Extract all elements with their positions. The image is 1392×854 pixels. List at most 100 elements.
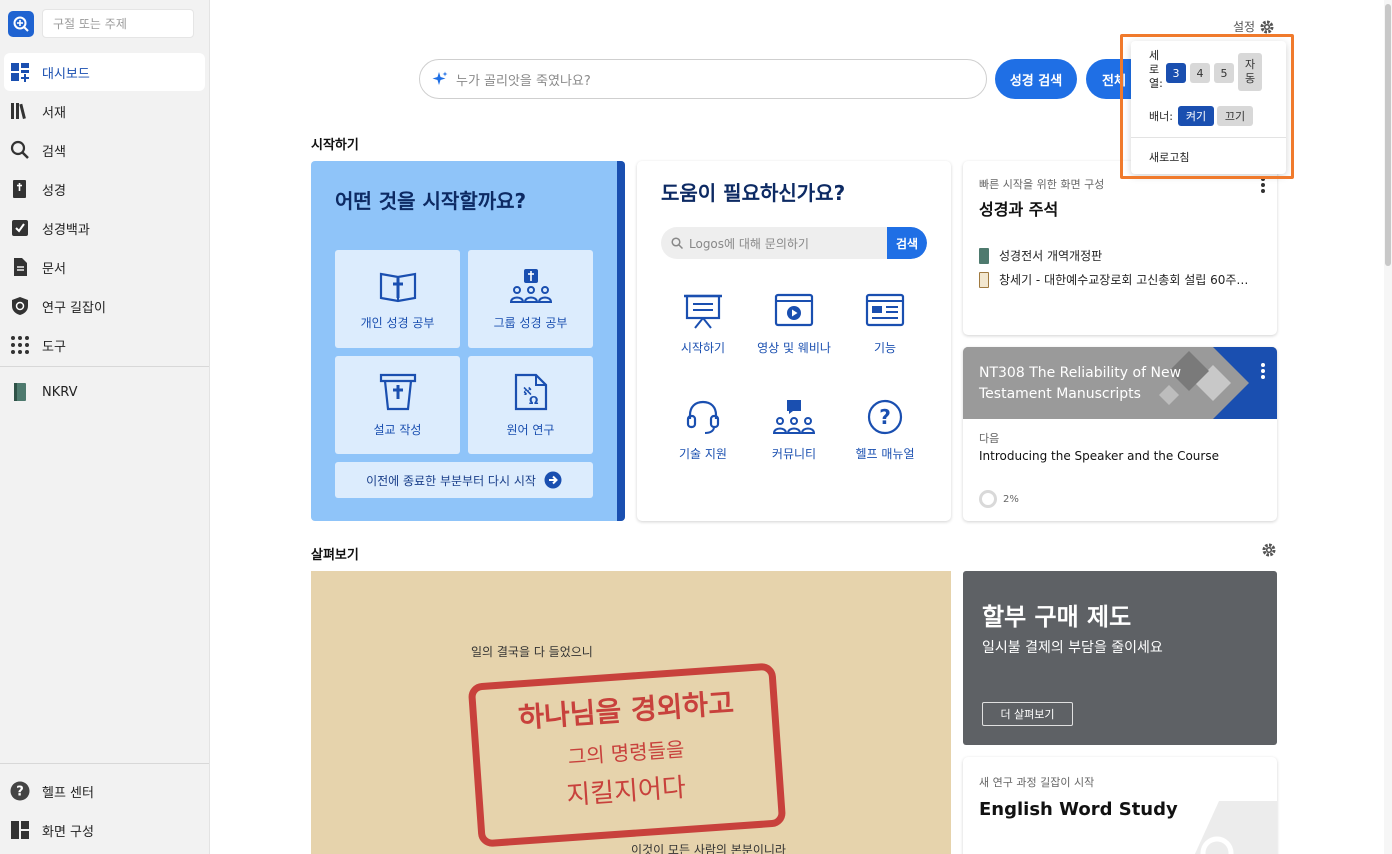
help-item-features[interactable]: 기능 (840, 293, 930, 356)
installment-subtitle: 일시불 결제의 부담을 줄이세요 (982, 640, 1163, 656)
banner-on-button[interactable]: 켜기 (1178, 106, 1214, 126)
resume-button[interactable]: 이전에 종료한 부분부터 다시 시작 (335, 462, 593, 498)
more-options-icon[interactable] (1261, 363, 1265, 379)
refresh-menu-item[interactable]: 새로고침 (1149, 149, 1189, 165)
search-icon (10, 140, 30, 160)
sidebar-item-label: 문서 (42, 261, 66, 277)
resource-item[interactable]: 창세기 - 대한예수교장로회 고신총회 설립 60주… (979, 271, 1248, 288)
main-search-input[interactable]: 누가 골리앗을 죽였나요? (419, 59, 987, 99)
sidebar-item-encyclopedia[interactable]: 성경백과 (4, 209, 205, 247)
course-promo-card[interactable]: 새 연구 과정 길잡이 시작 English Word Study (963, 757, 1277, 854)
book-icon (10, 382, 30, 402)
tile-original-language[interactable]: ℵΩ 원어 연구 (468, 356, 593, 454)
sidebar-item-bible[interactable]: 성경 (4, 170, 205, 208)
settings-link[interactable]: 설정 (1233, 18, 1275, 35)
library-icon (10, 101, 30, 121)
sidebar-item-tools[interactable]: 도구 (4, 326, 205, 364)
help-card-title: 도움이 필요하신가요? (661, 181, 846, 205)
help-search-input[interactable]: Logos에 대해 문의하기 검색 (661, 227, 927, 259)
resume-label: 이전에 종료한 부분부터 다시 시작 (366, 473, 536, 488)
course-banner-title: NT308 The Reliability of New Testament M… (979, 365, 1182, 402)
help-item-label: 영상 및 웨비나 (757, 341, 831, 355)
columns-label-line: 로 (1149, 63, 1160, 76)
help-item-videos[interactable]: 영상 및 웨비나 (749, 293, 839, 356)
learn-more-button[interactable]: 더 살펴보기 (982, 702, 1073, 726)
help-item-tech-support[interactable]: 기술 지원 (658, 399, 748, 462)
presentation-icon (684, 294, 722, 329)
dashboard-icon (10, 62, 30, 82)
section-title-browse: 살펴보기 (311, 548, 359, 563)
columns-label-line: 열: (1149, 77, 1163, 90)
installment-promo[interactable]: 할부 구매 제도 일시불 결제의 부담을 줄이세요 더 살펴보기 (963, 571, 1277, 745)
sidebar-item-label: 헬프 센터 (42, 785, 94, 801)
installment-title: 할부 구매 제도 (982, 603, 1132, 631)
bible-search-button[interactable]: 성경 검색 (995, 59, 1077, 99)
sidebar-nav: 대시보드 서재 검색 성경 성경백과 문서 연구 길잡이 도구 (0, 53, 209, 364)
help-item-label: 기술 지원 (679, 447, 727, 461)
tile-sermon-prep[interactable]: 설교 작성 (335, 356, 460, 454)
sidebar-item-label: 성경백과 (42, 222, 90, 238)
help-item-manual[interactable]: ? 헬프 매뉴얼 (840, 399, 930, 462)
course-next-title: Introducing the Speaker and the Course (979, 449, 1219, 463)
svg-text:Ω: Ω (529, 394, 539, 407)
sidebar-item-label: NKRV (42, 384, 78, 400)
tile-group-study[interactable]: 그룹 성경 공부 (468, 250, 593, 348)
resource-item[interactable]: 성경전서 개역개정판 (979, 247, 1102, 264)
sidebar-item-search[interactable]: 검색 (4, 131, 205, 169)
sidebar-item-label: 연구 길잡이 (42, 300, 106, 316)
tile-personal-study[interactable]: 개인 성경 공부 (335, 250, 460, 348)
search-icon (671, 237, 683, 249)
course-banner: NT308 The Reliability of New Testament M… (963, 347, 1277, 419)
arrow-right-circle-icon (544, 471, 562, 489)
help-item-getting-started[interactable]: 시작하기 (658, 293, 748, 356)
sidebar-item-label: 서재 (42, 105, 66, 121)
scrollbar-thumb[interactable] (1385, 4, 1391, 266)
guide-icon (10, 296, 30, 316)
encyclopedia-icon (10, 218, 30, 238)
logos-logo-icon[interactable] (8, 10, 34, 37)
browse-settings-gear-icon[interactable] (1261, 542, 1277, 558)
promo-poster[interactable]: 일의 결국을 다 들었으니 하나님을 경외하고 그의 명령들을 지킬지어다 이것… (311, 571, 951, 854)
banner-off-button[interactable]: 끄기 (1217, 106, 1253, 126)
help-card: 도움이 필요하신가요? Logos에 대해 문의하기 검색 시작하기 영상 및 … (637, 161, 951, 521)
help-item-label: 커뮤니티 (771, 447, 817, 461)
sidebar-item-guides[interactable]: 연구 길잡이 (4, 287, 205, 325)
features-icon (865, 293, 905, 327)
sidebar-top: 구절 또는 주제 (0, 0, 209, 47)
pulpit-icon (379, 373, 416, 410)
original-language-icon: ℵΩ (514, 373, 547, 410)
column-option-4[interactable]: 4 (1190, 63, 1210, 83)
book-icon (979, 247, 989, 264)
tile-label: 개인 성경 공부 (360, 315, 435, 330)
help-search-placeholder: Logos에 대해 문의하기 (689, 236, 809, 251)
help-icon: ? (10, 781, 30, 801)
start-card-title: 어떤 것을 시작할까요? (335, 189, 527, 213)
column-option-5[interactable]: 5 (1214, 63, 1234, 83)
sidebar-item-nkrv[interactable]: NKRV (4, 373, 205, 411)
help-search-button[interactable]: 검색 (887, 227, 927, 259)
layout-card-title: 성경과 주석 (979, 200, 1059, 219)
svg-text:?: ? (879, 405, 891, 429)
sidebar-item-label: 검색 (42, 144, 66, 160)
settings-dropdown: 세 로 열: 3 4 5 자 동 배너: 켜기 끄기 새로고침 (1131, 41, 1286, 174)
column-option-3[interactable]: 3 (1166, 63, 1186, 83)
course-card[interactable]: NT308 The Reliability of New Testament M… (963, 347, 1277, 521)
sparkle-icon (432, 71, 448, 85)
sidebar-search-input[interactable]: 구절 또는 주제 (42, 9, 194, 38)
question-icon: ? (867, 399, 903, 435)
scrollbar[interactable] (1384, 0, 1392, 854)
start-card: 어떤 것을 시작할까요? 개인 성경 공부 그룹 성경 공부 설교 작성 ℵΩ … (311, 161, 625, 521)
sidebar-item-dashboard[interactable]: 대시보드 (4, 53, 205, 91)
course-promo-graphic (1194, 801, 1277, 854)
sidebar-item-library[interactable]: 서재 (4, 92, 205, 130)
sidebar-item-help-center[interactable]: ? 헬프 센터 (4, 772, 205, 810)
column-option-auto[interactable]: 자 동 (1238, 53, 1262, 91)
sidebar-item-layouts[interactable]: 화면 구성 (4, 811, 205, 849)
help-item-label: 기능 (873, 341, 897, 355)
sidebar-item-documents[interactable]: 문서 (4, 248, 205, 286)
help-item-community[interactable]: 커뮤니티 (749, 399, 839, 462)
start-card-edge (617, 161, 625, 521)
more-options-icon[interactable] (1261, 177, 1265, 193)
tile-label: 그룹 성경 공부 (493, 315, 568, 330)
sidebar-bottom: ? 헬프 센터 화면 구성 (0, 763, 209, 854)
